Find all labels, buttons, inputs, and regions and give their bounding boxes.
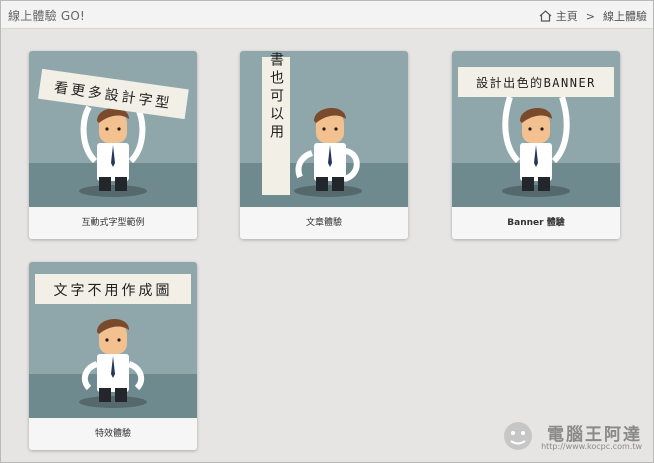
app-title[interactable]: 線上體驗 GO! bbox=[8, 7, 85, 24]
sign-text: 文字不用作成圖 bbox=[54, 283, 173, 299]
watermark-url: http://www.kocpc.com.tw bbox=[541, 442, 642, 451]
card-article[interactable]: 電子書也可以用 文章體驗 bbox=[240, 51, 408, 239]
sign-text: 設計出色的BANNER bbox=[476, 75, 596, 90]
breadcrumb-home-link[interactable]: 主頁 bbox=[556, 8, 578, 24]
card-interactive-fonts[interactable]: 看更多設計字型 互動式字型範例 bbox=[29, 51, 197, 239]
card-banner[interactable]: 設計出色的BANNER Banner 體驗 bbox=[452, 51, 620, 239]
card-illustration: 看更多設計字型 bbox=[29, 51, 197, 207]
breadcrumb-separator: > bbox=[585, 9, 595, 23]
card-illustration: 電子書也可以用 bbox=[240, 51, 408, 207]
card-illustration: 文字不用作成圖 bbox=[29, 262, 197, 418]
top-bar: 線上體驗 GO! 主頁 > 線上體驗 bbox=[1, 1, 653, 29]
card-illustration: 設計出色的BANNER bbox=[452, 51, 620, 207]
card-effects[interactable]: 文字不用作成圖 特效體驗 bbox=[29, 262, 197, 450]
sign-text: 電子書也可以用 bbox=[268, 51, 284, 142]
breadcrumb: 主頁 > 線上體驗 bbox=[539, 8, 647, 24]
card-caption: Banner 體驗 bbox=[452, 207, 620, 239]
breadcrumb-current: 線上體驗 bbox=[603, 10, 647, 23]
card-caption: 特效體驗 bbox=[29, 418, 197, 450]
mascot-logo-icon bbox=[504, 422, 532, 450]
home-icon[interactable] bbox=[539, 10, 552, 22]
card-caption: 互動式字型範例 bbox=[29, 207, 197, 239]
card-caption: 文章體驗 bbox=[240, 207, 408, 239]
